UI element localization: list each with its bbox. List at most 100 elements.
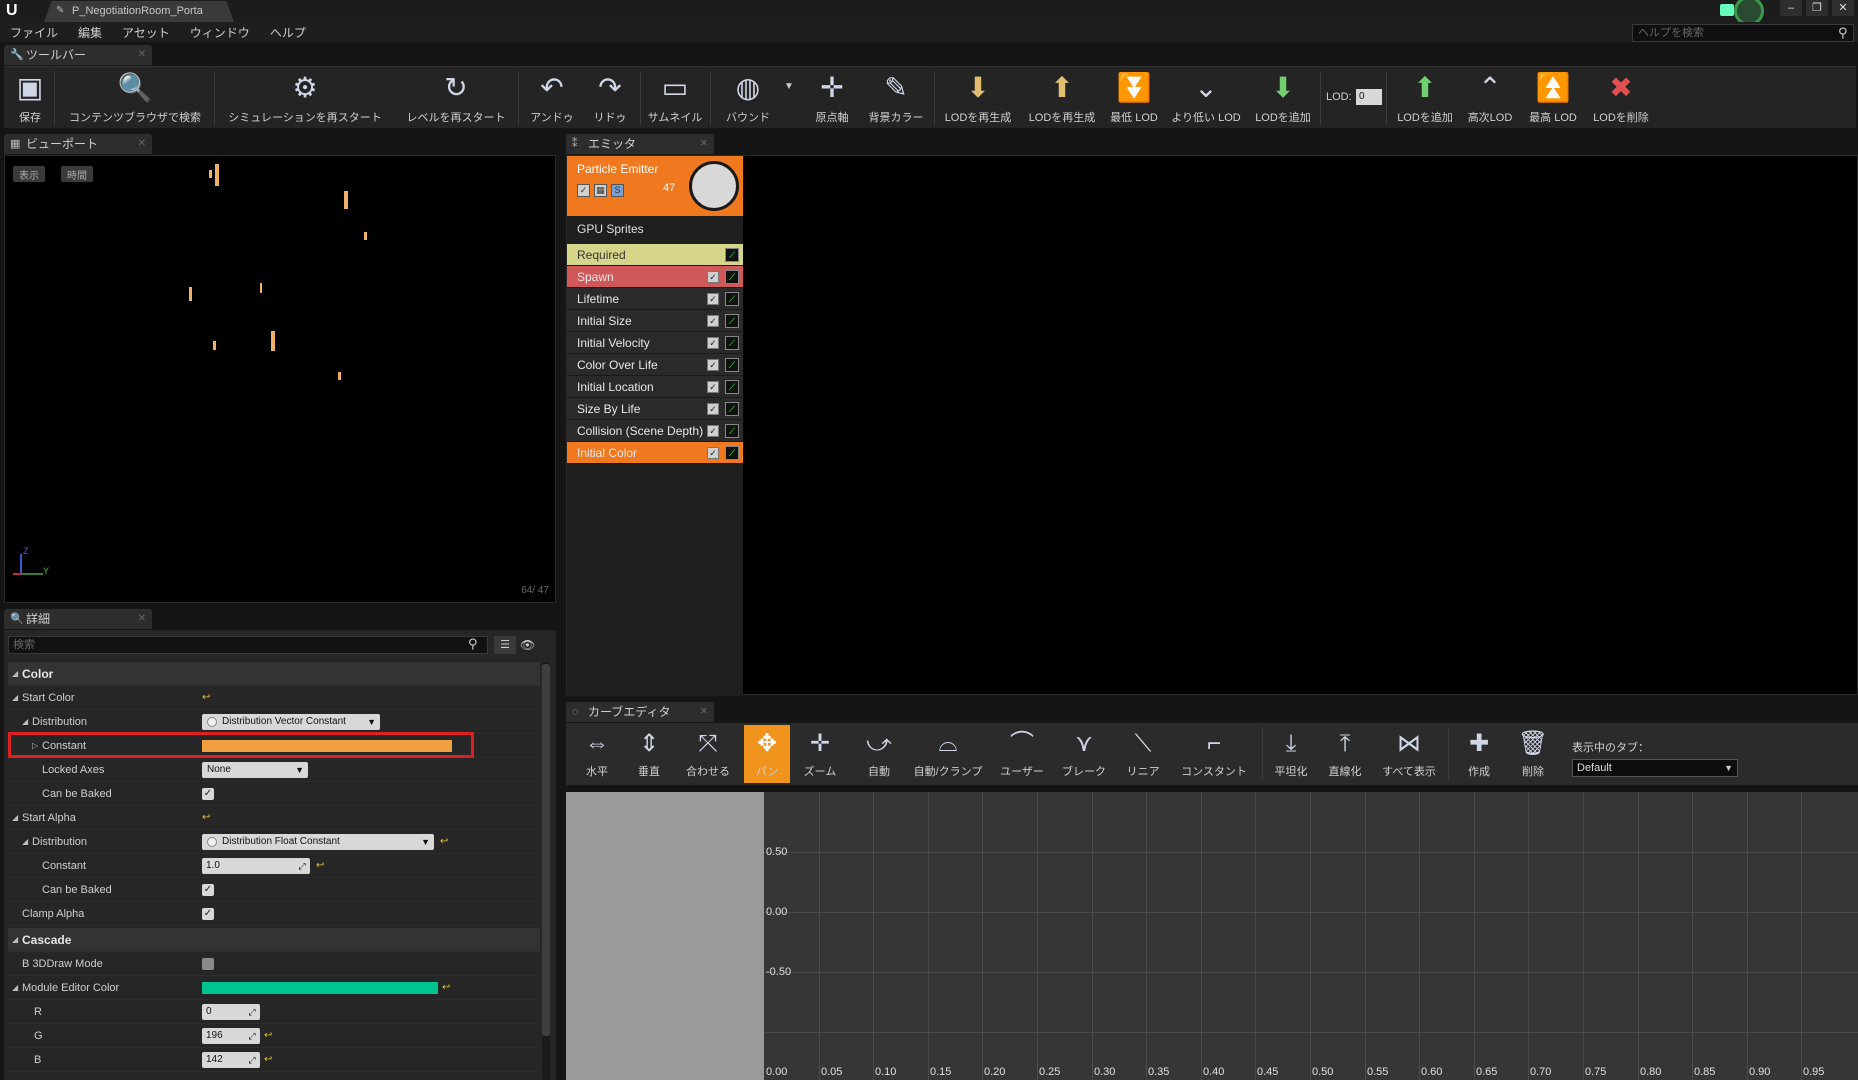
details-search-input[interactable]: 検索 — [8, 636, 488, 654]
clamp-alpha-checkbox[interactable]: ✓ — [202, 908, 214, 920]
visibility-button[interactable]: 👁 — [520, 636, 548, 654]
search-icon[interactable]: ⚲ — [468, 636, 478, 652]
help-search-input[interactable]: ヘルプを検索 — [1632, 24, 1854, 42]
b-input[interactable]: 142 ⤢ — [202, 1052, 260, 1068]
graph-icon[interactable]: ⟋ — [725, 292, 739, 306]
details-scrollbar-thumb[interactable] — [542, 664, 550, 1036]
module-enable-checkbox[interactable]: ✓ — [707, 425, 719, 437]
locked-axes-combo[interactable]: None ▼ — [202, 762, 308, 778]
pan-button[interactable]: ✥ パン — [744, 725, 790, 783]
can-be-baked-checkbox[interactable]: ✓ — [202, 788, 214, 800]
tab-curve-editor[interactable]: ◌ カーブエディタ ✕ — [566, 702, 714, 722]
reset-to-default-icon[interactable]: ↩ — [264, 1024, 272, 1048]
graph-icon[interactable]: ⟋ — [725, 270, 739, 284]
bounds-dropdown-icon[interactable]: ▼ — [784, 81, 794, 92]
reset-to-default-icon[interactable]: ↩ — [440, 830, 448, 854]
lower-lod-button[interactable]: ⌄ より低い LOD — [1166, 69, 1246, 127]
tab-toolbar[interactable]: 🔧 ツールバー ✕ — [4, 45, 152, 65]
b3d-draw-mode-checkbox[interactable] — [202, 958, 214, 970]
enable-checkbox-icon[interactable]: ✓ — [577, 184, 590, 197]
fit-horizontal-button[interactable]: ⇔ 水平 — [572, 725, 622, 783]
module-enable-checkbox[interactable]: ✓ — [707, 447, 719, 459]
graph-icon[interactable]: ⟋ — [725, 446, 739, 460]
module-spawn[interactable]: Spawn ✓ ⟋ — [567, 266, 743, 288]
zoom-button[interactable]: ✛ ズーム — [794, 725, 846, 783]
graph-icon[interactable]: ⟋ — [725, 358, 739, 372]
origin-axis-button[interactable]: ✛ 原点軸 — [804, 69, 860, 127]
show-button[interactable]: 表示 — [13, 166, 45, 182]
module-required[interactable]: Required ⟋ — [567, 244, 743, 266]
module-color-over-life[interactable]: Color Over Life ✓ ⟋ — [567, 354, 743, 376]
graph-icon[interactable]: ⟋ — [725, 380, 739, 394]
curve-list[interactable] — [566, 792, 764, 1080]
fit-vertical-button[interactable]: ⇕ 垂直 — [624, 725, 674, 783]
delete-button[interactable]: 🗑 削除 — [1508, 725, 1558, 783]
graph-icon[interactable]: ⟋ — [725, 314, 739, 328]
document-tab[interactable]: P_NegotiationRoom_Porta — [44, 1, 234, 22]
module-collision[interactable]: Collision (Scene Depth) ✓ ⟋ — [567, 420, 743, 442]
collapse-icon[interactable]: ◢ — [12, 806, 18, 830]
undo-button[interactable]: ↶ アンドゥ — [524, 69, 580, 127]
highest-lod-button[interactable]: ⏫ 最高 LOD — [1522, 69, 1584, 127]
current-tab-select[interactable]: Default ▼ — [1572, 759, 1738, 777]
module-initial-location[interactable]: Initial Location ✓ ⟋ — [567, 376, 743, 398]
fit-button[interactable]: ⤧ 合わせる — [676, 725, 740, 783]
regenerate-lod-button[interactable]: ⬇ LODを再生成 — [938, 69, 1018, 127]
module-enable-checkbox[interactable]: ✓ — [707, 293, 719, 305]
cascade-category[interactable]: ◢ Cascade — [8, 928, 540, 952]
module-initial-size[interactable]: Initial Size ✓ ⟋ — [567, 310, 743, 332]
redo-button[interactable]: ↷ リドゥ — [582, 69, 638, 127]
constant-button[interactable]: ⌐ コンスタント — [1172, 725, 1256, 783]
distribution-combo[interactable]: Distribution Vector Constant ▼ — [202, 714, 380, 730]
emitter-type-label[interactable]: GPU Sprites — [577, 222, 644, 236]
close-icon[interactable]: ✕ — [138, 134, 146, 154]
module-enable-checkbox[interactable]: ✓ — [707, 359, 719, 371]
time-button[interactable]: 時間 — [61, 166, 93, 182]
grid-icon[interactable]: ▦ — [594, 184, 607, 197]
restart-level-button[interactable]: ↻ レベルを再スタート — [398, 69, 514, 127]
tab-viewport[interactable]: ▦ ビューポート ✕ — [4, 134, 152, 154]
g-input[interactable]: 196 ⤢ — [202, 1028, 260, 1044]
close-icon[interactable]: ✕ — [138, 609, 146, 629]
collapse-icon[interactable]: ◢ — [12, 686, 18, 710]
delete-lod-button[interactable]: ✖ LODを削除 — [1588, 69, 1654, 127]
maximize-button[interactable]: ❐ — [1806, 0, 1828, 16]
close-button[interactable]: ✕ — [1832, 0, 1854, 16]
source-control-icon[interactable] — [1720, 4, 1734, 16]
module-lifetime[interactable]: Lifetime ✓ ⟋ — [567, 288, 743, 310]
menu-window[interactable]: ウィンドウ — [180, 22, 260, 42]
module-enable-checkbox[interactable]: ✓ — [707, 403, 719, 415]
alpha-can-be-baked-checkbox[interactable]: ✓ — [202, 884, 214, 896]
viewport[interactable]: 表示 時間 Z Y 64/ 47 — [4, 155, 556, 603]
module-editor-color-swatch[interactable] — [202, 982, 438, 994]
regenerate-lod-2-button[interactable]: ⬆ LODを再生成 — [1022, 69, 1102, 127]
graph-icon[interactable]: ⟋ — [725, 424, 739, 438]
close-icon[interactable]: ✕ — [138, 45, 146, 65]
find-in-content-browser-button[interactable]: 🔍 コンテンツブラウザで検索 — [60, 69, 210, 127]
distribution-alpha-combo[interactable]: Distribution Float Constant ▼ — [202, 834, 434, 850]
auto-button[interactable]: ⤻ 自動 — [856, 725, 902, 783]
restart-simulation-button[interactable]: ⚙ シミュレーションを再スタート — [218, 69, 392, 127]
collapse-icon[interactable]: ◢ — [22, 710, 28, 734]
module-initial-velocity[interactable]: Initial Velocity ✓ ⟋ — [567, 332, 743, 354]
view-options-button[interactable]: ☰ — [494, 636, 516, 654]
module-enable-checkbox[interactable]: ✓ — [707, 315, 719, 327]
search-icon[interactable]: ⚲ — [1838, 25, 1848, 41]
thumbnail-button[interactable]: ▭ サムネイル — [644, 69, 706, 127]
background-color-button[interactable]: ✎ 背景カラー — [862, 69, 930, 127]
color-category[interactable]: ◢ Color — [8, 662, 540, 686]
tab-emitter[interactable]: ⁑ エミッタ ✕ — [566, 134, 714, 154]
reset-to-default-icon[interactable]: ↩ — [202, 686, 210, 710]
module-enable-checkbox[interactable]: ✓ — [707, 271, 719, 283]
graph-icon[interactable]: ⟋ — [725, 336, 739, 350]
add-lod-button[interactable]: ⬇ LODを追加 — [1250, 69, 1316, 127]
reset-to-default-icon[interactable]: ↩ — [316, 854, 324, 878]
close-icon[interactable]: ✕ — [700, 134, 708, 154]
linear-button[interactable]: ⟍ リニア — [1118, 725, 1168, 783]
graph-icon[interactable]: ⟋ — [725, 248, 739, 262]
lod-value-input[interactable]: 0 — [1356, 89, 1382, 105]
module-initial-color[interactable]: Initial Color ✓ ⟋ — [567, 442, 743, 464]
tab-details[interactable]: 🔍 詳細 ✕ — [4, 609, 152, 629]
module-enable-checkbox[interactable]: ✓ — [707, 381, 719, 393]
flatten-button[interactable]: ⤓ 平坦化 — [1266, 725, 1316, 783]
